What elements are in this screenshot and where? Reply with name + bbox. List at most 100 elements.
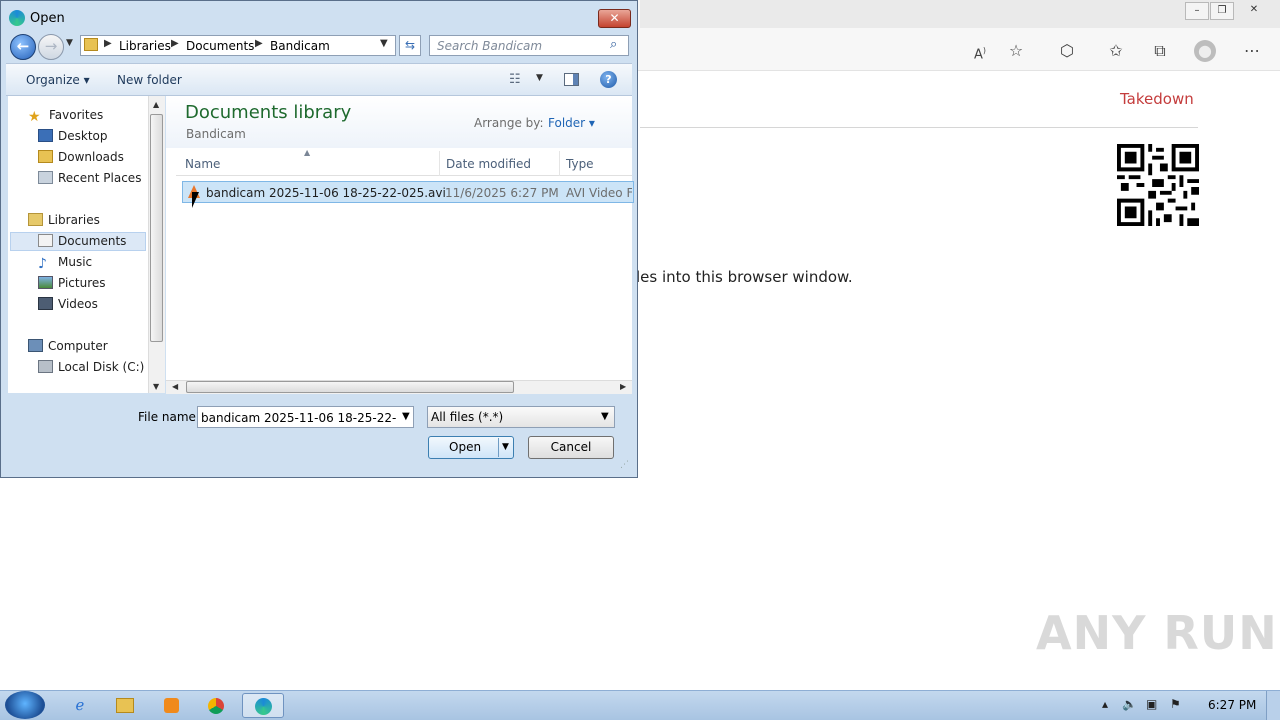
computer-icon	[28, 339, 43, 352]
column-divider[interactable]	[439, 151, 440, 176]
breadcrumb-documents[interactable]: Documents	[186, 39, 254, 53]
downloads-folder-icon	[38, 150, 53, 163]
breadcrumb-chevron-icon[interactable]: ▶	[255, 38, 263, 49]
horizontal-scroll-thumb[interactable]	[186, 381, 514, 393]
scroll-left-icon[interactable]: ◀	[172, 382, 178, 391]
open-options-dropdown-icon[interactable]: ▼	[502, 442, 509, 452]
tray-expand-icon[interactable]: ▴	[1102, 697, 1108, 711]
nav-label: Downloads	[58, 150, 124, 164]
nav-label: Libraries	[48, 213, 100, 227]
file-type-filter-value[interactable]: All files (*.*)	[431, 410, 503, 424]
column-header-row	[176, 151, 632, 176]
file-date-cell: 11/6/2025 6:27 PM	[445, 186, 559, 200]
breadcrumb-bandicam[interactable]: Bandicam	[270, 39, 330, 53]
file-type-cell: AVI Video File	[566, 186, 632, 200]
mouse-cursor-icon	[192, 192, 199, 208]
scroll-up-icon[interactable]: ▲	[153, 100, 159, 109]
views-icon[interactable]: ☷	[509, 72, 521, 87]
watermark-logo: ANY RUN	[1036, 606, 1278, 660]
profile-icon[interactable]: ●	[1194, 40, 1216, 62]
drop-instructions: les into this browser window.	[636, 268, 853, 286]
show-desktop-button[interactable]	[1266, 691, 1280, 720]
recent-locations-chevron-icon[interactable]: ▼	[66, 38, 73, 48]
folder-icon	[84, 38, 98, 51]
internet-explorer-icon[interactable]: ℯ	[61, 693, 99, 718]
star-icon: ★	[28, 109, 41, 125]
restore-button[interactable]: ❐	[1210, 2, 1234, 20]
nav-scroll-thumb[interactable]	[150, 114, 163, 342]
dialog-close-button[interactable]: ✕	[598, 9, 631, 28]
breadcrumb-libraries[interactable]: Libraries	[119, 39, 171, 53]
preview-pane-icon[interactable]	[564, 73, 579, 86]
views-dropdown-icon[interactable]: ▼	[536, 73, 543, 83]
qr-code	[1117, 144, 1199, 226]
nav-item-favorites[interactable]: ★ Favorites	[28, 106, 103, 125]
edge-taskbar-icon[interactable]	[242, 693, 284, 718]
nav-item-libraries[interactable]: Libraries	[28, 211, 100, 229]
scroll-right-icon[interactable]: ▶	[620, 382, 626, 391]
file-explorer-icon[interactable]	[106, 693, 144, 718]
taskbar	[0, 690, 1280, 720]
nav-item-local-disk[interactable]: Local Disk (C:)	[38, 358, 144, 376]
add-favorite-icon[interactable]: ☆	[1004, 40, 1028, 62]
action-center-flag-icon[interactable]: ⚑	[1170, 697, 1181, 711]
extensions-icon[interactable]: ⬡	[1055, 40, 1079, 62]
nav-label: Documents	[58, 234, 127, 248]
filter-dropdown-icon[interactable]: ▼	[601, 411, 609, 422]
file-name-dropdown-icon[interactable]: ▼	[402, 411, 410, 422]
nav-item-pictures[interactable]: Pictures	[38, 274, 106, 292]
arrange-by-dropdown[interactable]: Folder ▾	[548, 116, 595, 130]
browser-titlebar	[640, 0, 1280, 28]
volume-icon[interactable]: 🔈	[1122, 697, 1137, 711]
column-header-date[interactable]: Date modified	[446, 157, 531, 171]
sort-ascending-icon: ▲	[304, 148, 311, 157]
help-icon[interactable]: ?	[600, 71, 617, 88]
file-name-value[interactable]: bandicam 2025-11-06 18-25-22-025.a	[201, 411, 397, 425]
collections-icon[interactable]: ⧉	[1148, 40, 1172, 62]
refresh-icon[interactable]: ⇆	[399, 35, 421, 56]
open-split-divider	[498, 438, 499, 457]
library-title: Documents library	[185, 102, 352, 123]
takedown-link[interactable]: Takedown	[1120, 90, 1194, 108]
organize-button[interactable]: Organize ▾	[26, 73, 90, 87]
column-header-name[interactable]: Name	[185, 157, 220, 171]
start-button[interactable]	[5, 691, 45, 719]
more-menu-icon[interactable]: ⋯	[1240, 40, 1264, 62]
read-aloud-icon[interactable]: A)	[968, 40, 992, 62]
column-header-type[interactable]: Type	[566, 157, 594, 171]
nav-item-downloads[interactable]: Downloads	[38, 148, 124, 166]
new-folder-button[interactable]: New folder	[117, 73, 182, 87]
scroll-down-icon[interactable]: ▼	[153, 382, 159, 391]
address-dropdown-icon[interactable]: ▼	[380, 38, 388, 49]
open-button-label[interactable]: Open	[449, 440, 481, 454]
music-icon: ♪	[38, 256, 47, 272]
minimize-button[interactable]: –	[1185, 2, 1209, 20]
favorites-icon[interactable]: ✩	[1104, 40, 1128, 62]
clock[interactable]: 6:27 PM	[1208, 698, 1256, 712]
nav-item-computer[interactable]: Computer	[28, 337, 108, 355]
resize-grip-icon[interactable]: ⋰	[620, 460, 629, 470]
nav-label: Pictures	[58, 276, 106, 290]
back-button[interactable]: ←	[10, 34, 36, 60]
chrome-icon[interactable]	[197, 693, 235, 718]
file-name-cell: bandicam 2025-11-06 18-25-22-025.avi	[206, 186, 446, 200]
nav-label: Videos	[58, 297, 98, 311]
breadcrumb-chevron-icon[interactable]: ▶	[104, 38, 112, 49]
nav-label: Music	[58, 255, 93, 269]
nav-item-recent-places[interactable]: Recent Places	[38, 169, 141, 187]
cancel-button[interactable]: Cancel	[528, 436, 614, 459]
videos-icon	[38, 297, 53, 310]
forward-button[interactable]: →	[38, 34, 64, 60]
nav-item-desktop[interactable]: Desktop	[38, 127, 108, 145]
desktop-icon	[38, 129, 53, 142]
browser-close-button[interactable]: ✕	[1243, 2, 1265, 18]
media-player-icon[interactable]	[152, 693, 190, 718]
network-icon[interactable]: ▣	[1146, 697, 1157, 711]
nav-item-documents[interactable]: Documents	[38, 232, 126, 250]
search-icon[interactable]: ⌕	[610, 37, 617, 52]
breadcrumb-chevron-icon[interactable]: ▶	[171, 38, 179, 49]
nav-item-music[interactable]: ♪ Music	[38, 253, 93, 272]
column-divider[interactable]	[559, 151, 560, 176]
documents-icon	[38, 234, 53, 247]
nav-item-videos[interactable]: Videos	[38, 295, 98, 313]
